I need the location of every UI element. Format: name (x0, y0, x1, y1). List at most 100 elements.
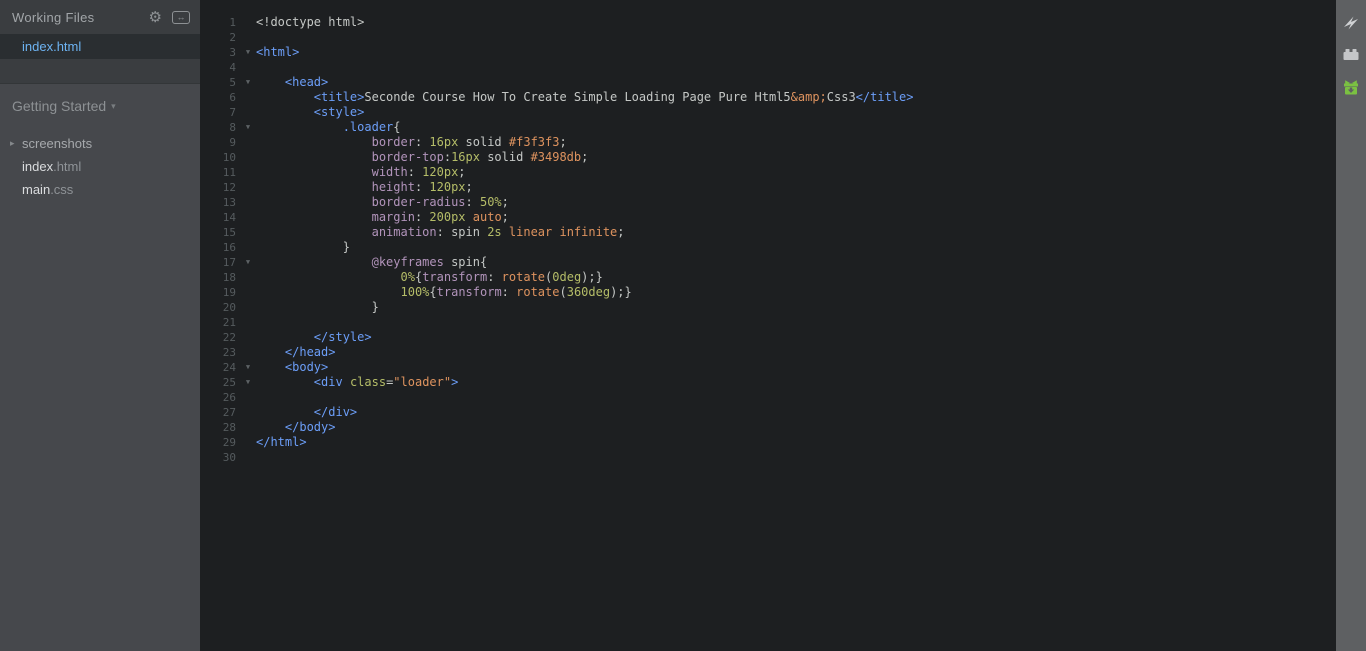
project-dropdown[interactable]: Getting Started ▾ (0, 84, 200, 114)
code-text: </div> (313, 405, 358, 419)
code-text: border-top:16px solid #3498db; (371, 150, 589, 164)
code-line[interactable]: 19 100%{transform: rotate(360deg);} (200, 285, 1336, 300)
code-line[interactable]: 11 width: 120px; (200, 165, 1336, 180)
code-line[interactable]: 23 </head> (200, 345, 1336, 360)
code-line[interactable]: 7 <style> (200, 105, 1336, 120)
line-number: 22 (222, 331, 236, 344)
fold-gutter (240, 210, 256, 225)
line-number: 8 (229, 121, 236, 134)
line-number: 25 (222, 376, 236, 389)
code-line[interactable]: 9 border: 16px solid #f3f3f3; (200, 135, 1336, 150)
line-number: 6 (229, 91, 236, 104)
code-line[interactable]: 1 <!doctype html> (200, 15, 1336, 30)
fold-arrow-icon[interactable]: ▼ (240, 375, 256, 390)
fold-gutter (240, 270, 256, 285)
code-line[interactable]: 4 (200, 60, 1336, 75)
fold-gutter (240, 405, 256, 420)
working-file-item[interactable]: index.html (0, 34, 200, 59)
code-line[interactable]: 13 border-radius: 50%; (200, 195, 1336, 210)
line-number: 20 (222, 301, 236, 314)
tree-folder-item[interactable]: ▸ screenshots (0, 132, 200, 155)
code-text: </head> (284, 345, 336, 359)
code-text: } (256, 240, 350, 254)
code-editor[interactable]: 1 <!doctype html> 2 3 ▼ <html> 4 5 ▼ <head> 6 <ti… (200, 0, 1336, 651)
project-title: Getting Started (12, 98, 107, 114)
fold-gutter (240, 225, 256, 240)
code-line[interactable]: 26 (200, 390, 1336, 405)
code-line[interactable]: 16 } (200, 240, 1336, 255)
line-number: 16 (222, 241, 236, 254)
code-line[interactable]: 6 <title>Seconde Course How To Create Si… (200, 90, 1336, 105)
code-line[interactable]: 25 ▼ <div class="loader"> (200, 375, 1336, 390)
file-basename: main (22, 182, 51, 197)
line-number: 21 (222, 316, 236, 329)
extension-update-gift-icon[interactable] (1342, 78, 1360, 96)
extension-manager-icon[interactable] (1342, 46, 1360, 64)
line-number: 30 (222, 451, 236, 464)
code-text: width: 120px; (371, 165, 466, 179)
working-files-list: index.html (0, 34, 200, 59)
code-line[interactable]: 24 ▼ <body> (200, 360, 1336, 375)
code-line[interactable]: 21 (200, 315, 1336, 330)
code-text: <!doctype html> (256, 15, 365, 29)
code-line[interactable]: 2 (200, 30, 1336, 45)
line-number: 27 (222, 406, 236, 419)
line-number: 1 (229, 16, 236, 29)
line-number: 18 (222, 271, 236, 284)
code-text: } (256, 300, 379, 314)
line-number: 24 (222, 361, 236, 374)
fold-arrow-icon[interactable]: ▼ (240, 255, 256, 270)
code-line[interactable]: 28 </body> (200, 420, 1336, 435)
fold-gutter (240, 420, 256, 435)
fold-gutter (240, 315, 256, 330)
fold-gutter (240, 60, 256, 75)
line-number: 5 (229, 76, 236, 89)
code-line[interactable]: 3 ▼ <html> (200, 45, 1336, 60)
right-toolbar (1336, 0, 1366, 651)
live-preview-icon[interactable] (1342, 14, 1360, 32)
working-files-panel: Working Files ⚙ ↔ index.html (0, 0, 200, 83)
code-line[interactable]: 8 ▼ .loader{ (200, 120, 1336, 135)
project-tree: ▸ screenshots index.html main.css (0, 132, 200, 201)
chevron-right-icon[interactable]: ▸ (10, 132, 15, 155)
line-number: 23 (222, 346, 236, 359)
code-line[interactable]: 20 } (200, 300, 1336, 315)
code-line[interactable]: 18 0%{transform: rotate(0deg);} (200, 270, 1336, 285)
fold-arrow-icon[interactable]: ▼ (240, 360, 256, 375)
tree-file-item[interactable]: index.html (0, 155, 200, 178)
line-number: 11 (222, 166, 236, 179)
code-line[interactable]: 10 border-top:16px solid #3498db; (200, 150, 1336, 165)
fold-gutter (240, 300, 256, 315)
code-line[interactable]: 15 animation: spin 2s linear infinite; (200, 225, 1336, 240)
code-line[interactable]: 14 margin: 200px auto; (200, 210, 1336, 225)
code-line[interactable]: 30 (200, 450, 1336, 465)
fold-gutter (240, 390, 256, 405)
working-files-spacer (0, 59, 200, 83)
fold-arrow-icon[interactable]: ▼ (240, 45, 256, 60)
file-extension: .css (50, 182, 74, 197)
fold-gutter (240, 330, 256, 345)
gear-icon[interactable]: ⚙ (149, 10, 162, 25)
code-text: <div class="loader"> (313, 375, 459, 389)
fold-gutter (240, 195, 256, 210)
fold-gutter (240, 285, 256, 300)
fold-arrow-icon[interactable]: ▼ (240, 75, 256, 90)
code-line[interactable]: 29 </html> (200, 435, 1336, 450)
fold-arrow-icon[interactable]: ▼ (240, 120, 256, 135)
code-text: margin: 200px auto; (371, 210, 509, 224)
tree-file-item[interactable]: main.css (0, 178, 200, 201)
line-number: 2 (229, 31, 236, 44)
code-line[interactable]: 22 </style> (200, 330, 1336, 345)
split-view-icon[interactable]: ↔ (172, 10, 190, 24)
code-line[interactable]: 17 ▼ @keyframes spin{ (200, 255, 1336, 270)
code-line[interactable]: 12 height: 120px; (200, 180, 1336, 195)
code-text: 0%{transform: rotate(0deg);} (400, 270, 603, 284)
fold-gutter (240, 180, 256, 195)
code-line[interactable]: 27 </div> (200, 405, 1336, 420)
code-line[interactable]: 5 ▼ <head> (200, 75, 1336, 90)
line-number: 26 (222, 391, 236, 404)
code-text: </body> (284, 420, 336, 434)
